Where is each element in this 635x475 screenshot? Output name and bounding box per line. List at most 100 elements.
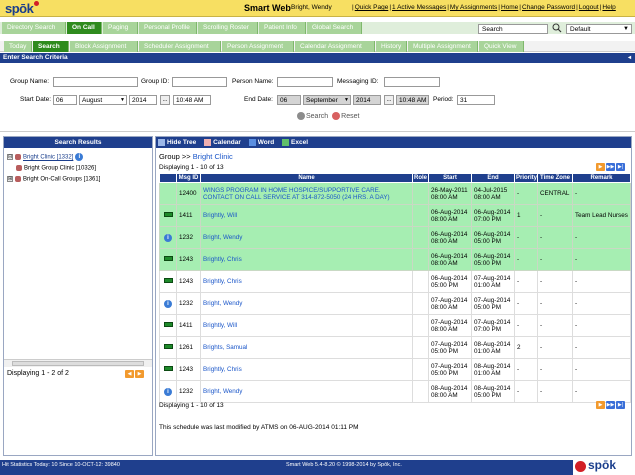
scrollbar-thumb[interactable] xyxy=(12,361,144,366)
person-link[interactable]: Brightly, Will xyxy=(203,212,237,219)
tab-block-assignment[interactable]: Block Assignment xyxy=(70,41,138,52)
info-icon[interactable]: i xyxy=(164,233,172,242)
collapse-icon[interactable]: ◂ xyxy=(628,53,631,63)
col-header-priority[interactable]: Priority xyxy=(514,173,538,183)
next-page-icon[interactable]: ▶ xyxy=(135,370,144,378)
tab-calendar-assignment[interactable]: Calendar Assignment xyxy=(295,41,375,52)
last-page-icon[interactable]: ▶| xyxy=(616,163,625,171)
tab-quick-view[interactable]: Quick View xyxy=(479,41,524,52)
table-row[interactable]: 1411 Brightly, Will 06-Aug-2014 08:00 AM 06… xyxy=(159,204,631,227)
search-button[interactable]: Search xyxy=(297,112,328,120)
search-scope-select[interactable]: Default ▼ xyxy=(566,24,632,34)
pager-icon[interactable] xyxy=(163,212,173,217)
expand-tree-icon[interactable]: ⊞ xyxy=(7,176,13,182)
messaging-id-input[interactable] xyxy=(384,77,440,87)
col-header-remark[interactable]: Remark xyxy=(572,173,631,183)
tab-today[interactable]: Today xyxy=(4,41,32,52)
start-time-input[interactable]: 10:48 AM xyxy=(173,95,211,105)
table-row[interactable]: 1243 Brightly, Chris 07-Aug-2014 05:00 PM 0… xyxy=(159,358,631,381)
col-header-role[interactable]: Role xyxy=(412,173,429,183)
person-link[interactable]: Bright, Wendy xyxy=(203,300,242,307)
person-link[interactable]: Brights, Samual xyxy=(203,344,247,351)
reset-button[interactable]: Reset xyxy=(332,112,359,120)
last-page-icon[interactable]: ▶| xyxy=(616,401,625,409)
tab-multiple-assignment[interactable]: Multiple Assignment xyxy=(408,41,478,52)
tab-directory-search[interactable]: Directory Search xyxy=(2,22,66,34)
start-month-select[interactable]: August ▼ xyxy=(79,95,127,105)
person-name-input[interactable] xyxy=(277,77,333,87)
search-icon[interactable] xyxy=(552,23,562,33)
info-icon[interactable]: i xyxy=(164,299,172,308)
col-header-start[interactable]: Start xyxy=(428,173,472,183)
col-header-time-zone[interactable]: Time Zone xyxy=(537,173,573,183)
table-row[interactable]: 1243 Brightly, Chris 06-Aug-2014 08:00 AM 0… xyxy=(159,248,631,271)
end-year-input[interactable]: 2014 xyxy=(353,95,381,105)
info-icon[interactable]: i xyxy=(164,387,172,396)
tree-item-label[interactable]: Bright Clinic [1332] xyxy=(23,155,73,161)
person-link[interactable]: WINGS PROGRAM IN HOME HOSPICE/SUPPORTIVE… xyxy=(203,187,390,201)
table-row[interactable]: 12400 WINGS PROGRAM IN HOME HOSPICE/SUPPO… xyxy=(159,182,631,205)
next-page-icon[interactable]: ▶▶ xyxy=(606,401,615,409)
tab-scheduler-assignment[interactable]: Scheduler Assignment xyxy=(139,41,221,52)
group-link[interactable]: Bright Clinic xyxy=(193,152,233,161)
group-name-input[interactable] xyxy=(53,77,138,87)
home-link[interactable]: Home xyxy=(501,4,518,11)
table-row[interactable]: i 1232 Bright, Wendy 07-Aug-2014 08:00 AM 07… xyxy=(159,292,631,315)
table-row[interactable]: i 1232 Bright, Wendy 06-Aug-2014 08:00 AM 06… xyxy=(159,226,631,249)
pager-icon[interactable] xyxy=(163,344,173,349)
global-search-input[interactable]: Search xyxy=(478,24,548,34)
tab-scrolling-roster[interactable]: Scrolling Roster xyxy=(198,22,258,34)
person-link[interactable]: Brightly, Chris xyxy=(203,278,242,285)
quick-page-link[interactable]: Quick Page xyxy=(355,4,389,11)
group-id-input[interactable] xyxy=(172,77,227,87)
start-day-input[interactable]: 06 xyxy=(53,95,77,105)
prev-page-icon[interactable]: ▶ xyxy=(596,163,605,171)
logout-link[interactable]: Logout xyxy=(579,4,599,11)
active-messages-link[interactable]: 1 Active Messages xyxy=(392,4,446,11)
prev-page-icon[interactable]: ▶ xyxy=(596,401,605,409)
person-link[interactable]: Brightly, Chris xyxy=(203,366,242,373)
collapse-tree-icon[interactable]: ⊟ xyxy=(7,154,13,160)
pager-icon[interactable] xyxy=(163,278,173,283)
tree-item-bright-clinic[interactable]: ⊟ Bright Clinic [1332] i xyxy=(7,153,84,161)
end-date-picker-button[interactable]: ... xyxy=(384,95,394,105)
next-page-icon[interactable]: ▶▶ xyxy=(606,163,615,171)
table-row[interactable]: 1261 Brights, Samual 07-Aug-2014 05:00 PM 0… xyxy=(159,336,631,359)
table-row[interactable]: 1411 Brightly, Will 07-Aug-2014 08:00 AM 07… xyxy=(159,314,631,337)
pager-icon[interactable] xyxy=(163,366,173,371)
horizontal-scrollbar[interactable] xyxy=(4,359,152,367)
pager-icon[interactable] xyxy=(163,322,173,327)
start-date-picker-button[interactable]: ... xyxy=(160,95,170,105)
tab-patient-info[interactable]: Patient Info xyxy=(259,22,306,34)
person-link[interactable]: Bright, Wendy xyxy=(203,234,242,241)
tab-search[interactable]: Search xyxy=(33,41,69,52)
my-assignments-link[interactable]: My Assignments xyxy=(450,4,497,11)
tab-on-call[interactable]: On Call xyxy=(67,22,102,34)
person-link[interactable]: Brightly, Chris xyxy=(203,256,242,263)
word-button[interactable]: Word xyxy=(248,138,274,146)
tab-person-assignment[interactable]: Person Assignment xyxy=(222,41,294,52)
tab-personal-profile[interactable]: Personal Profile xyxy=(139,22,197,34)
end-time-input[interactable]: 10:48 AM xyxy=(396,95,429,105)
tab-history[interactable]: History xyxy=(376,41,407,52)
calendar-button[interactable]: Calendar xyxy=(204,138,241,146)
help-link[interactable]: Help xyxy=(602,4,615,11)
tree-item-bright-on-call-groups[interactable]: ⊞ Bright On-Call Groups [1361] xyxy=(7,176,100,183)
period-input[interactable]: 31 xyxy=(457,95,495,105)
col-header-end[interactable]: End xyxy=(471,173,515,183)
pager-icon[interactable] xyxy=(163,256,173,261)
col-header-name[interactable]: Name xyxy=(200,173,413,183)
tree-item-bright-group-clinic[interactable]: Bright Group Clinic [10326] xyxy=(16,165,96,172)
excel-button[interactable]: Excel xyxy=(282,138,308,146)
table-row[interactable]: 1243 Brightly, Chris 06-Aug-2014 05:00 PM 0… xyxy=(159,270,631,293)
end-day-input[interactable]: 06 xyxy=(277,95,301,105)
person-link[interactable]: Brightly, Will xyxy=(203,322,237,329)
hide-tree-button[interactable]: Hide Tree xyxy=(158,138,196,146)
info-icon[interactable]: i xyxy=(75,153,84,161)
tab-paging[interactable]: Paging xyxy=(103,22,138,34)
change-password-link[interactable]: Change Password xyxy=(522,4,575,11)
start-year-input[interactable]: 2014 xyxy=(129,95,157,105)
table-row[interactable]: i 1232 Bright, Wendy 08-Aug-2014 08:00 AM 08… xyxy=(159,380,631,403)
person-link[interactable]: Bright, Wendy xyxy=(203,388,242,395)
prev-page-icon[interactable]: ◀ xyxy=(125,370,134,378)
